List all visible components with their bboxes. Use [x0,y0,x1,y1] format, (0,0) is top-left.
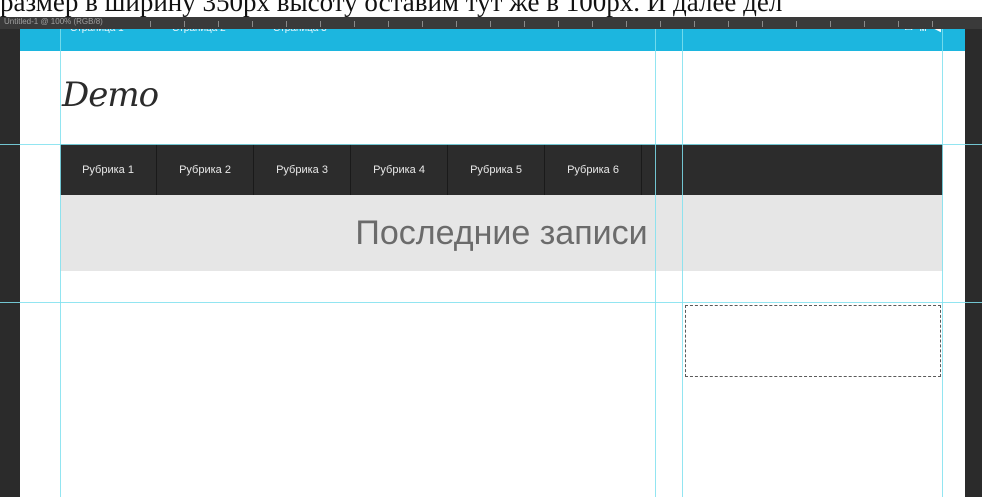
ruler-tick [422,21,423,27]
ruler-tick [150,21,151,27]
guide-line[interactable] [60,17,61,497]
ruler: Untitled-1 @ 100% (RGB/8) [0,17,982,29]
menu-item-3[interactable]: Рубрика 3 [254,144,351,195]
ruler-tick [830,21,831,27]
tutorial-caption: размер в ширину 350px высоту оставим тут… [0,0,783,17]
ruler-tick [592,21,593,27]
page-mockup: Страница 1 Страница 2 Страница 3 ✉ ᴍ ◀ D… [20,17,965,497]
ruler-tick [864,21,865,27]
guide-line[interactable] [0,144,982,145]
menu-item-5[interactable]: Рубрика 5 [448,144,545,195]
ruler-tick [728,21,729,27]
main-menu: Рубрика 1 Рубрика 2 Рубрика 3 Рубрика 4 … [60,144,943,195]
site-logo[interactable]: Demo [62,75,159,115]
ruler-tick [660,21,661,27]
ruler-tick [626,21,627,27]
ruler-tick [218,21,219,27]
ruler-tick [558,21,559,27]
ruler-tick [252,21,253,27]
ruler-tick [184,21,185,27]
ruler-tick [320,21,321,27]
guide-line[interactable] [942,17,943,497]
ruler-tick [286,21,287,27]
ruler-tick [796,21,797,27]
menu-item-1[interactable]: Рубрика 1 [60,144,157,195]
menu-item-6[interactable]: Рубрика 6 [545,144,642,195]
guide-line[interactable] [0,302,982,303]
ruler-tick [694,21,695,27]
ruler-tick [762,21,763,27]
ruler-tick [388,21,389,27]
document-tab-label: Untitled-1 @ 100% (RGB/8) [4,17,103,26]
menu-item-4[interactable]: Рубрика 4 [351,144,448,195]
selection-marquee[interactable] [685,305,941,377]
ruler-tick [898,21,899,27]
latest-posts-banner: Последние записи [60,195,943,271]
guide-line[interactable] [682,17,683,497]
menu-item-2[interactable]: Рубрика 2 [157,144,254,195]
ruler-tick [932,21,933,27]
ruler-tick [456,21,457,27]
ruler-tick [490,21,491,27]
ruler-tick [354,21,355,27]
ruler-tick [524,21,525,27]
guide-line[interactable] [655,17,656,497]
